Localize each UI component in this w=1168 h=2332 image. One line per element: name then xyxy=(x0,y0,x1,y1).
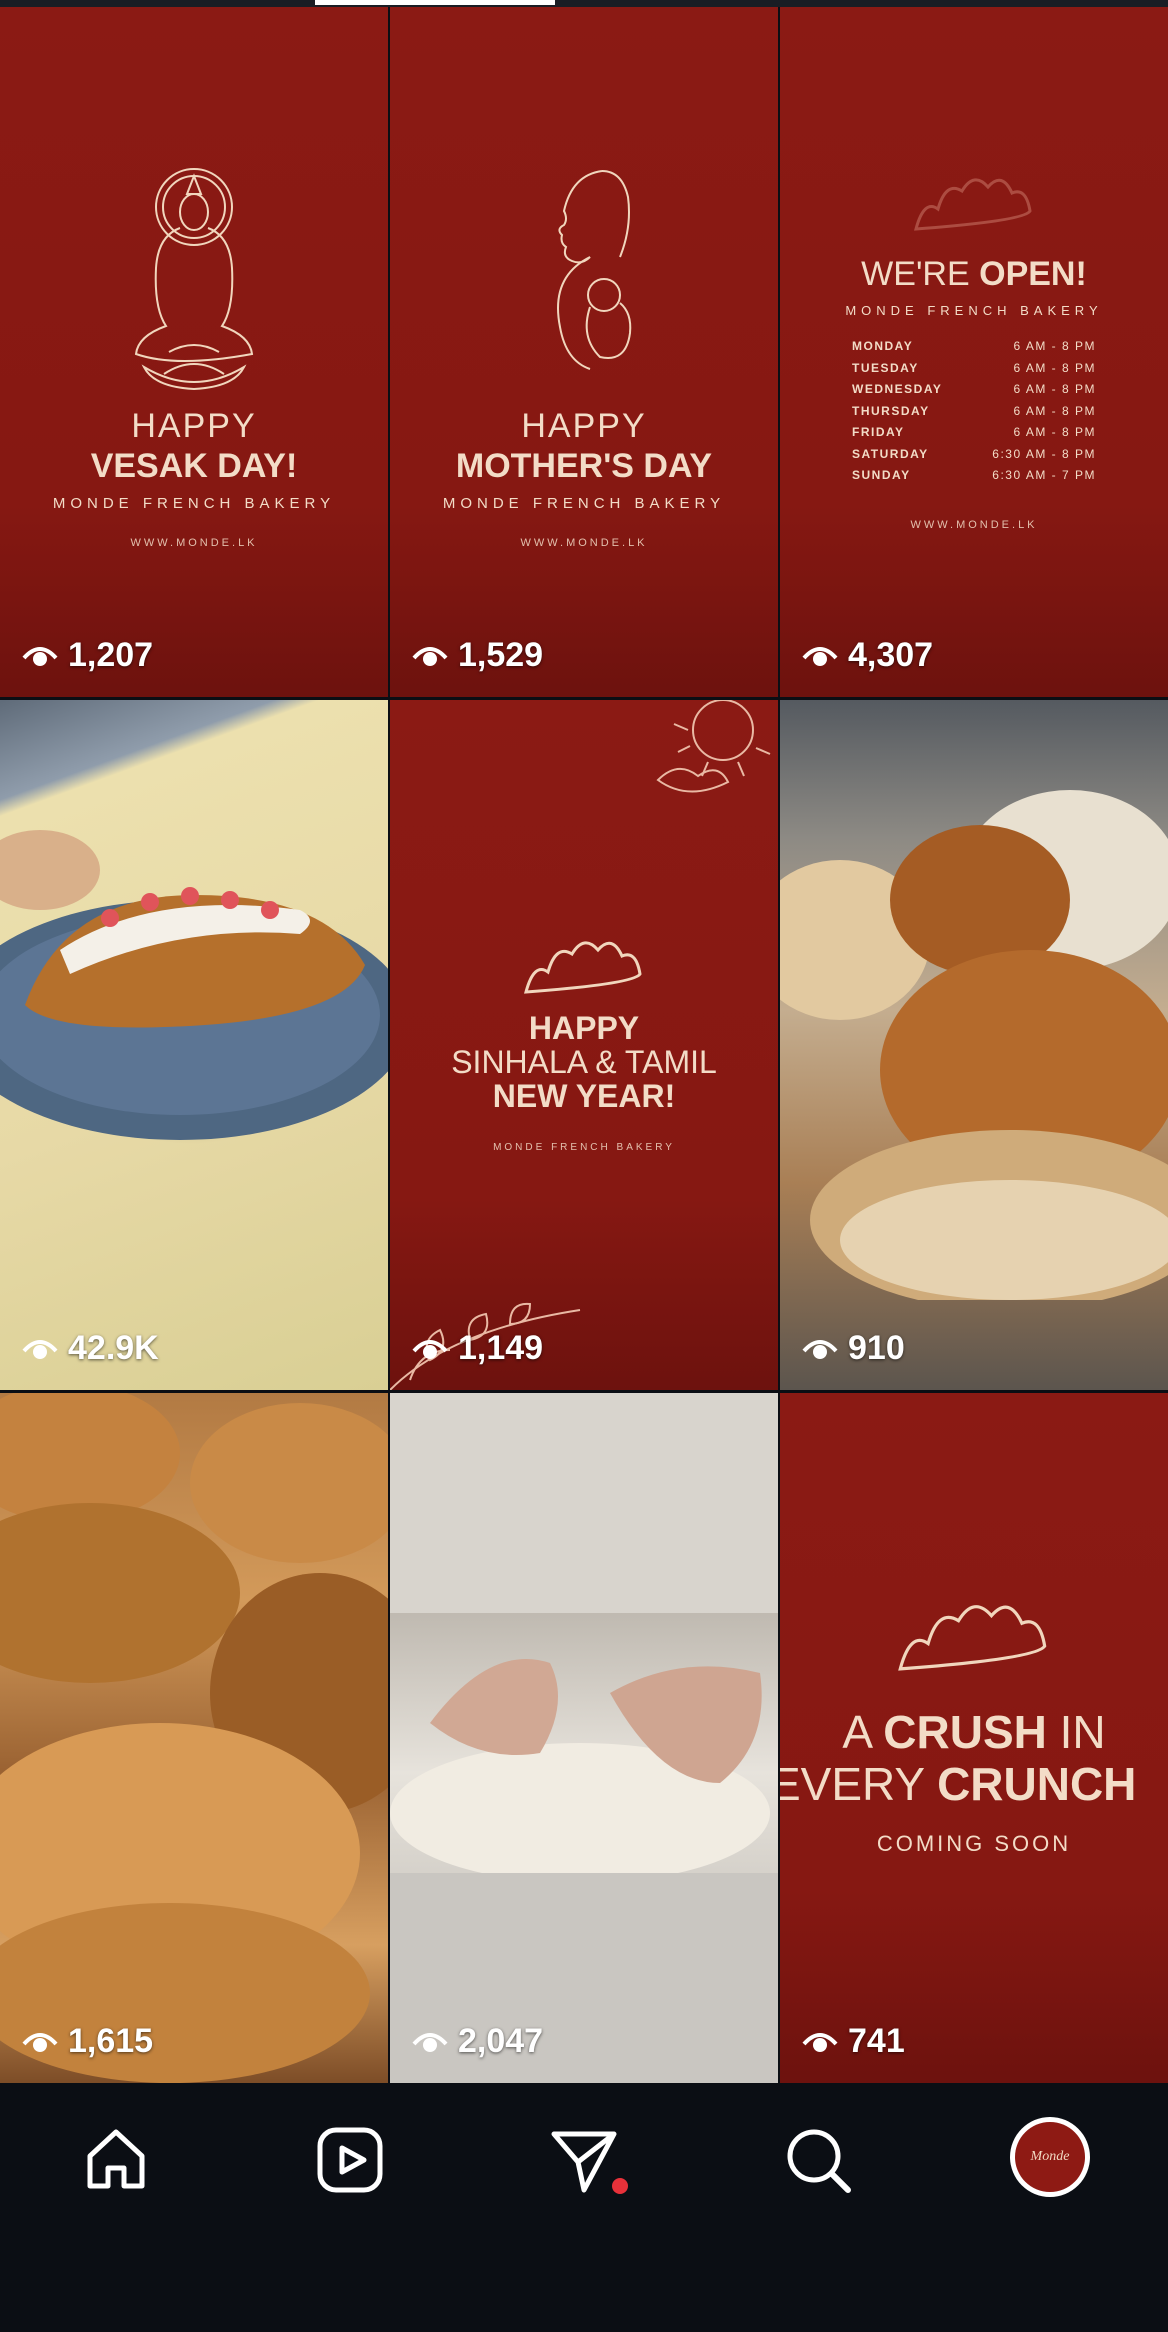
eye-icon xyxy=(412,646,448,666)
poster-line2: EVERY CRUNCH xyxy=(780,1758,1137,1810)
hours-row: SUNDAY 6:30 AM - 7 PM xyxy=(852,468,1096,482)
send-icon xyxy=(551,2131,617,2193)
top-tab-bar xyxy=(0,0,1168,7)
mother-child-icon xyxy=(557,170,632,370)
nav-profile-avatar[interactable]: Monde xyxy=(1010,2117,1090,2197)
poster-line2: SINHALA & TAMIL xyxy=(451,1044,717,1080)
croissant-logo-icon xyxy=(914,178,1032,231)
eye-icon xyxy=(802,646,838,666)
poster-line1: HAPPY xyxy=(131,407,257,445)
avatar-logo: Monde xyxy=(1015,2122,1085,2192)
poster-url: WWW.MONDE.LK xyxy=(520,537,648,549)
poster-subtitle: COMING SOON xyxy=(876,1831,1072,1856)
view-count-value: 1,615 xyxy=(68,2022,154,2060)
view-count: 1,149 xyxy=(412,1329,543,1368)
hours-row: WEDNESDAY 6 AM - 8 PM xyxy=(852,382,1096,396)
poster-brand: MONDE FRENCH BAKERY xyxy=(845,303,1103,318)
reel-tile-mothers-day[interactable]: HAPPY MOTHER'S DAY MONDE FRENCH BAKERY W… xyxy=(390,7,778,697)
nav-home-button[interactable] xyxy=(76,2120,156,2200)
plated-croissant-image xyxy=(0,830,388,1140)
poster-line3: NEW YEAR! xyxy=(492,1078,676,1114)
poster-brand: MONDE FRENCH BAKERY xyxy=(442,495,726,512)
notification-dot xyxy=(612,2178,628,2194)
croissant-logo-icon xyxy=(524,941,642,994)
view-count-value: 42.9K xyxy=(68,1329,159,1367)
view-count-value: 2,047 xyxy=(458,2022,544,2060)
eye-icon xyxy=(412,2032,448,2052)
home-icon xyxy=(87,2129,145,2189)
eye-icon xyxy=(802,1339,838,1359)
view-count: 4,307 xyxy=(802,636,933,675)
poster-line2: MOTHER'S DAY xyxy=(455,447,713,485)
reel-tile-croissant-stack[interactable]: 910 xyxy=(780,700,1168,1390)
view-count: 1,207 xyxy=(22,636,153,675)
eye-icon xyxy=(22,1339,58,1359)
reel-tile-opening-hours[interactable]: WE'RE OPEN! MONDE FRENCH BAKERY MONDAY 6 … xyxy=(780,7,1168,697)
hours-row: MONDAY 6 AM - 8 PM xyxy=(852,339,1096,353)
hours-row: SATURDAY 6:30 AM - 8 PM xyxy=(852,446,1096,461)
view-count: 2,047 xyxy=(412,2022,543,2061)
poster-title-light: WE'RE xyxy=(861,255,970,293)
reel-tile-croissant-plate[interactable]: 42.9K xyxy=(0,700,388,1390)
view-count-value: 1,149 xyxy=(458,1329,544,1367)
sun-face-icon xyxy=(656,700,771,793)
active-tab-indicator xyxy=(315,0,555,5)
buddha-icon xyxy=(134,168,254,391)
reels-grid: HAPPY VESAK DAY! MONDE FRENCH BAKERY WWW… xyxy=(0,7,1168,2084)
hours-row: THURSDAY 6 AM - 8 PM xyxy=(852,403,1096,418)
reel-tile-croissants-closeup[interactable]: 1,615 xyxy=(0,1393,388,2083)
dough-hands-image xyxy=(390,1393,778,2083)
poster-line1: HAPPY xyxy=(521,407,647,445)
reels-icon xyxy=(317,2127,383,2193)
croissant-logo-icon xyxy=(898,1605,1047,1671)
poster-url: WWW.MONDE.LK xyxy=(130,537,258,549)
nav-search-button[interactable] xyxy=(778,2120,858,2200)
eye-icon xyxy=(22,2032,58,2052)
poster-title: WE'RE OPEN! xyxy=(780,255,1168,294)
view-count-value: 1,207 xyxy=(68,636,154,674)
eye-icon xyxy=(802,2032,838,2052)
reel-tile-new-year[interactable]: HAPPY SINHALA & TAMIL NEW YEAR! MONDE FR… xyxy=(390,700,778,1390)
search-icon xyxy=(787,2129,851,2193)
view-count: 1,529 xyxy=(412,636,543,675)
hours-row: TUESDAY 6 AM - 8 PM xyxy=(852,360,1096,375)
croissant-stack-image xyxy=(780,790,1168,1300)
poster-brand: MONDE FRENCH BAKERY xyxy=(52,495,336,512)
bottom-navigation: Monde xyxy=(0,2084,1168,2332)
poster-brand: MONDE FRENCH BAKERY xyxy=(493,1142,675,1153)
view-count-value: 4,307 xyxy=(848,636,934,674)
view-count: 910 xyxy=(802,1329,905,1368)
poster-line1: A CRUSH IN xyxy=(842,1706,1106,1758)
eye-icon xyxy=(22,646,58,666)
view-count: 741 xyxy=(802,2022,905,2061)
view-count-value: 741 xyxy=(848,2022,905,2060)
nav-messages-button[interactable] xyxy=(544,2120,628,2200)
view-count: 42.9K xyxy=(22,1329,159,1368)
reel-tile-coming-soon[interactable]: A CRUSH IN EVERY CRUNCH COMING SOON 741 xyxy=(780,1393,1168,2083)
reel-tile-vesak[interactable]: HAPPY VESAK DAY! MONDE FRENCH BAKERY WWW… xyxy=(0,7,388,697)
hours-table: MONDAY 6 AM - 8 PM TUESDAY 6 AM - 8 PM WED… xyxy=(852,339,1096,490)
poster-line2: VESAK DAY! xyxy=(90,447,298,485)
hours-row: FRIDAY 6 AM - 8 PM xyxy=(852,425,1096,439)
poster-line1: HAPPY xyxy=(528,1010,640,1046)
nav-reels-button[interactable] xyxy=(310,2120,390,2200)
poster-url: WWW.MONDE.LK xyxy=(910,519,1038,531)
eye-icon xyxy=(412,1339,448,1359)
reel-tile-kneading-dough[interactable]: 2,047 xyxy=(390,1393,778,2083)
poster-title-bold: OPEN! xyxy=(979,255,1087,293)
croissants-image xyxy=(0,1393,388,2083)
view-count: 1,615 xyxy=(22,2022,153,2061)
view-count-value: 910 xyxy=(848,1329,905,1367)
view-count-value: 1,529 xyxy=(458,636,544,674)
